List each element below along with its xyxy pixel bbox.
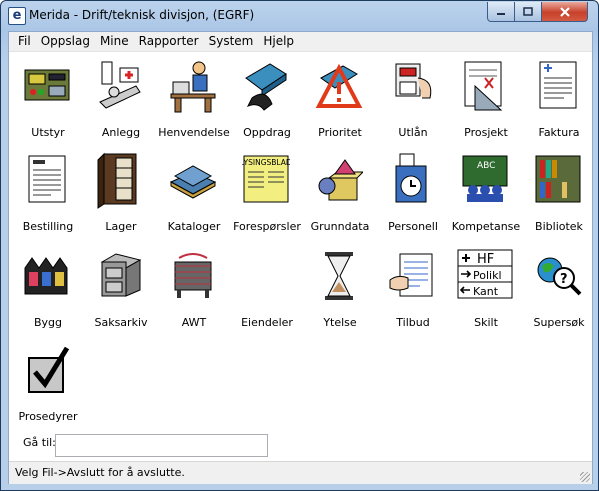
assets-icon (242, 248, 290, 308)
resize-grip-icon[interactable] (580, 472, 590, 482)
tile-kompetanse[interactable]: ABC Kompetanse (449, 148, 523, 244)
tile-skilt[interactable]: HF Polikl Kant Skilt (449, 244, 523, 340)
sign-icon: HF Polikl Kant (457, 249, 513, 299)
close-button[interactable] (541, 2, 588, 22)
request-icon-text: LYSINGSBLAD (242, 158, 290, 167)
status-bar: Velg Fil->Avslutt for å avslutte. (9, 461, 592, 484)
tile-bibliotek[interactable]: Bibliotek (522, 148, 596, 244)
supersearch-icon: ? (537, 257, 582, 296)
priority-icon (315, 63, 363, 108)
menu-system[interactable]: System (204, 32, 259, 51)
invoice-icon (539, 61, 577, 109)
inquiry-icon (170, 61, 216, 113)
app-window: e Merida - Drift/teknisk divisjon, (EGRF… (0, 0, 599, 491)
menu-hjelp[interactable]: Hjelp (258, 32, 299, 51)
menu-rapporter[interactable]: Rapporter (134, 32, 204, 51)
library-icon (535, 155, 581, 203)
tile-anlegg[interactable]: Anlegg (84, 54, 158, 150)
window-title: Merida - Drift/teknisk divisjon, (EGRF) (29, 8, 255, 22)
checkbox-icon (28, 346, 70, 393)
tile-prosjekt[interactable]: Prosjekt (449, 54, 523, 150)
close-icon (559, 6, 570, 17)
tile-awt[interactable]: AWT (157, 244, 231, 340)
tile-bygg[interactable]: Bygg (11, 244, 85, 340)
tile-foresporsler[interactable]: LYSINGSBLAD Forespørsler (230, 148, 304, 244)
tile-label: Bibliotek (535, 220, 583, 233)
tile-lager[interactable]: Lager (84, 148, 158, 244)
tile-bestilling[interactable]: Bestilling (11, 148, 85, 244)
tile-label: Prosedyrer (18, 410, 78, 423)
order-icon (28, 155, 66, 203)
competence-icon-text: ABC (477, 161, 495, 171)
project-icon (464, 61, 503, 111)
goto-label: Gå til: (23, 436, 56, 449)
archive-icon (100, 253, 142, 297)
tile-prosedyrer[interactable]: Prosedyrer (11, 338, 85, 434)
assignment-icon (245, 63, 287, 111)
svg-text:?: ? (560, 272, 568, 287)
menu-oppslag[interactable]: Oppslag (36, 32, 95, 51)
tile-saksarkiv[interactable]: Saksarkiv (84, 244, 158, 340)
tile-label: Supersøk (533, 316, 585, 329)
tile-utstyr[interactable]: Utstyr (11, 54, 85, 150)
menu-mine[interactable]: Mine (95, 32, 134, 51)
status-text: Velg Fil->Avslutt for å avslutte. (15, 466, 185, 479)
sign-line-2: Polikl (473, 269, 502, 282)
tile-prioritet[interactable]: Prioritet (303, 54, 377, 150)
sign-line-3: Kant (473, 285, 499, 298)
menu-fil[interactable]: Fil (13, 32, 36, 51)
building-icon (24, 257, 68, 295)
tile-label: Faktura (538, 126, 580, 139)
loan-icon (395, 63, 432, 99)
tile-tilbud[interactable]: Tilbud (376, 244, 450, 340)
tile-eiendeler[interactable]: Eiendeler (230, 244, 304, 340)
personnel-icon (395, 153, 427, 203)
minimize-icon (497, 12, 505, 15)
tile-personell[interactable]: Personell (376, 148, 450, 244)
app-icon[interactable]: e (8, 7, 26, 25)
maximize-button[interactable] (514, 2, 542, 22)
request-icon: LYSINGSBLAD (242, 155, 290, 203)
sign-line-1: HF (477, 252, 494, 267)
tile-utlan[interactable]: Utlån (376, 54, 450, 150)
competence-icon: ABC (462, 155, 508, 202)
goto-input[interactable] (55, 434, 268, 457)
tile-ytelse[interactable]: Ytelse (303, 244, 377, 340)
hourglass-icon (325, 252, 353, 300)
maximize-icon (523, 6, 533, 16)
basedata-icon (318, 159, 363, 201)
tile-grunndata[interactable]: Grunndata (303, 148, 377, 244)
title-bar[interactable]: e Merida - Drift/teknisk divisjon, (EGRF… (1, 1, 598, 31)
tile-kataloger[interactable]: Kataloger (157, 148, 231, 244)
warehouse-icon (97, 152, 137, 209)
equipment-icon (24, 69, 70, 101)
tile-oppdrag[interactable]: Oppdrag (230, 54, 304, 150)
client-area: Fil Oppslag Mine Rapporter System Hjelp … (8, 31, 593, 484)
catalog-icon (169, 165, 217, 199)
tile-faktura[interactable]: Faktura (522, 54, 596, 150)
tile-supersok[interactable]: ? Supersøk (522, 244, 596, 340)
menu-bar: Fil Oppslag Mine Rapporter System Hjelp (9, 32, 592, 52)
minimize-button[interactable] (487, 2, 515, 22)
tile-henvendelse[interactable]: Henvendelse (157, 54, 231, 150)
offer-icon (389, 253, 433, 297)
awt-icon (174, 253, 212, 298)
facility-icon (99, 61, 141, 109)
